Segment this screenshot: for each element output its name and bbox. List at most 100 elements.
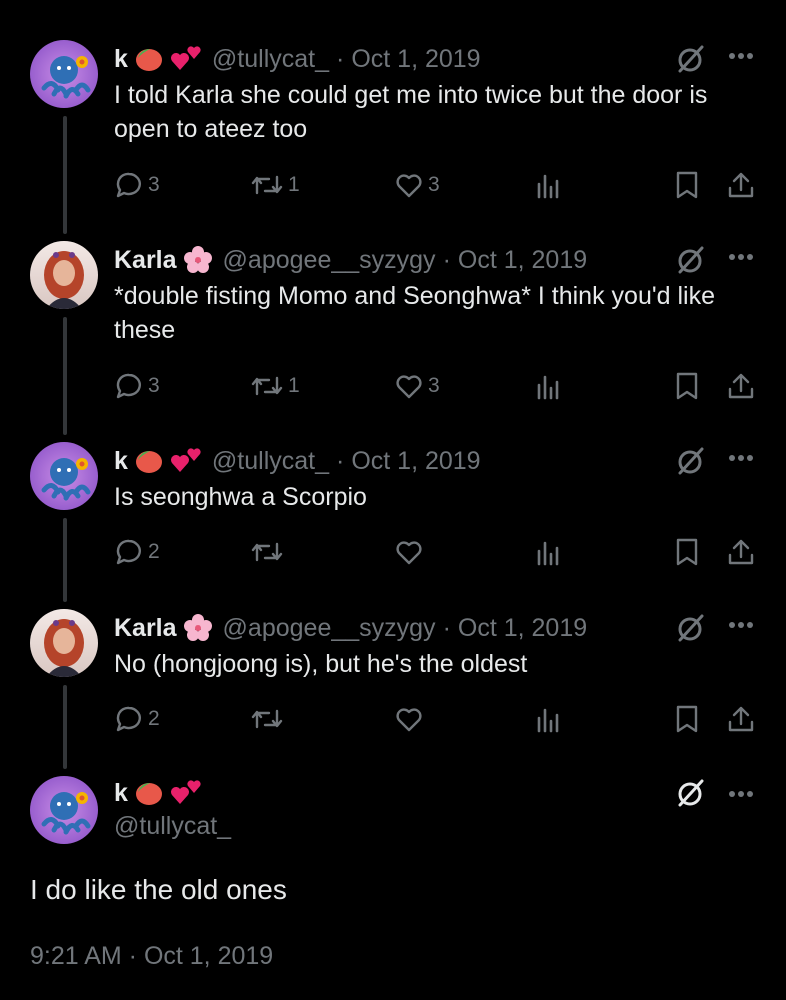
cherry-blossom-emoji <box>183 613 213 643</box>
handle[interactable]: @tullycat_ <box>212 447 329 476</box>
tweet-text: No (hongjoong is), but he's the oldest <box>114 650 528 678</box>
more-icon[interactable] <box>728 790 754 798</box>
reply-count: 3 <box>148 173 160 196</box>
retweet-count: 1 <box>288 374 300 397</box>
share-icon <box>728 172 754 198</box>
timestamp[interactable]: Oct 1, 2019 <box>351 447 480 476</box>
like-count: 3 <box>428 374 440 397</box>
reply-tweet[interactable]: k @tullycat_ · Oct 1, 2019 Is seonghwa a… <box>0 442 786 582</box>
reply-button[interactable]: 3 <box>114 371 160 401</box>
heart-icon <box>396 375 422 399</box>
grok-icon[interactable] <box>676 44 706 74</box>
grok-icon[interactable] <box>676 245 706 275</box>
display-name[interactable]: k <box>114 447 128 476</box>
retweet-button[interactable] <box>250 537 288 567</box>
octopus-avatar[interactable] <box>30 442 98 510</box>
portrait-avatar[interactable] <box>30 609 98 677</box>
more-icon[interactable] <box>728 454 754 462</box>
views-button[interactable] <box>536 371 562 401</box>
bookmark-button[interactable] <box>674 704 700 734</box>
display-name[interactable]: k <box>114 45 128 74</box>
views-button[interactable] <box>536 704 562 734</box>
display-name[interactable]: k <box>114 779 128 808</box>
timestamp[interactable]: Oct 1, 2019 <box>351 45 480 74</box>
share-button[interactable] <box>726 704 756 734</box>
separator: · <box>336 446 345 475</box>
retweet-button[interactable] <box>250 704 288 734</box>
separator: · <box>442 613 451 642</box>
bookmark-button[interactable] <box>674 371 700 401</box>
views-button[interactable] <box>536 537 562 567</box>
two-hearts-emoji <box>170 46 202 72</box>
bookmark-icon <box>676 705 698 733</box>
handle[interactable]: @apogee__syzygy <box>223 614 436 643</box>
share-button[interactable] <box>726 537 756 567</box>
like-count: 3 <box>428 173 440 196</box>
like-button[interactable]: 3 <box>394 170 440 200</box>
handle[interactable]: @apogee__syzygy <box>223 246 436 275</box>
cherry-blossom-emoji <box>183 245 213 275</box>
heart-icon <box>396 174 422 198</box>
retweet-button[interactable]: 1 <box>250 371 300 401</box>
retweet-button[interactable]: 1 <box>250 170 300 200</box>
reply-tweet[interactable]: k @tullycat_ · Oct 1, 2019 I told Karla … <box>0 40 786 210</box>
share-button[interactable] <box>726 170 756 200</box>
handle[interactable]: @tullycat_ <box>114 812 231 841</box>
grok-icon[interactable] <box>676 778 706 808</box>
retweet-icon <box>251 376 283 396</box>
reply-count: 3 <box>148 374 160 397</box>
share-button[interactable] <box>726 371 756 401</box>
main-tweet-timestamp[interactable]: 9:21 AM · Oct 1, 2019 <box>30 942 273 971</box>
more-icon[interactable] <box>728 621 754 629</box>
like-button[interactable] <box>394 704 428 734</box>
more-icon[interactable] <box>728 52 754 60</box>
reply-count: 2 <box>148 540 160 563</box>
handle[interactable]: @tullycat_ <box>212 45 329 74</box>
bookmark-icon <box>676 171 698 199</box>
reply-tweet[interactable]: Karla @apogee__syzygy · Oct 1, 2019 *dou… <box>0 241 786 411</box>
mango-emoji <box>134 46 164 72</box>
reply-icon <box>116 172 141 198</box>
tweet-text: *double fisting Momo and Seonghwa* I thi… <box>114 282 715 344</box>
more-icon[interactable] <box>728 253 754 261</box>
retweet-count: 1 <box>288 173 300 196</box>
display-name[interactable]: Karla <box>114 614 177 643</box>
octopus-avatar[interactable] <box>30 40 98 108</box>
views-icon <box>537 708 559 733</box>
views-icon <box>537 174 559 199</box>
reply-button[interactable]: 2 <box>114 537 160 567</box>
timestamp[interactable]: Oct 1, 2019 <box>458 614 587 643</box>
two-hearts-emoji <box>170 448 202 474</box>
bookmark-button[interactable] <box>674 537 700 567</box>
main-tweet-text: I do like the old ones <box>30 874 287 905</box>
retweet-icon <box>251 709 283 729</box>
grok-icon[interactable] <box>676 613 706 643</box>
share-icon <box>728 373 754 399</box>
grok-icon[interactable] <box>676 446 706 476</box>
reply-icon <box>116 539 141 565</box>
portrait-avatar[interactable] <box>30 241 98 309</box>
display-name[interactable]: Karla <box>114 246 177 275</box>
heart-icon <box>396 541 422 565</box>
mango-emoji <box>134 780 164 806</box>
share-icon <box>728 539 754 565</box>
separator: · <box>442 245 451 274</box>
reply-icon <box>116 706 141 732</box>
reply-button[interactable]: 2 <box>114 704 160 734</box>
octopus-avatar[interactable] <box>30 776 98 844</box>
tweet-text: Is seonghwa a Scorpio <box>114 483 367 511</box>
heart-icon <box>396 708 422 732</box>
like-button[interactable] <box>394 537 428 567</box>
reply-icon <box>116 373 141 399</box>
like-button[interactable]: 3 <box>394 371 440 401</box>
retweet-icon <box>251 542 283 562</box>
views-button[interactable] <box>536 170 562 200</box>
bookmark-icon <box>676 372 698 400</box>
tweet-text: I told Karla she could get me into twice… <box>114 81 708 143</box>
views-icon <box>537 541 559 566</box>
reply-button[interactable]: 3 <box>114 170 160 200</box>
bookmark-button[interactable] <box>674 170 700 200</box>
timestamp[interactable]: Oct 1, 2019 <box>458 246 587 275</box>
action-bar: 3 1 3 <box>114 371 756 405</box>
reply-tweet[interactable]: Karla @apogee__syzygy · Oct 1, 2019 No (… <box>0 609 786 749</box>
